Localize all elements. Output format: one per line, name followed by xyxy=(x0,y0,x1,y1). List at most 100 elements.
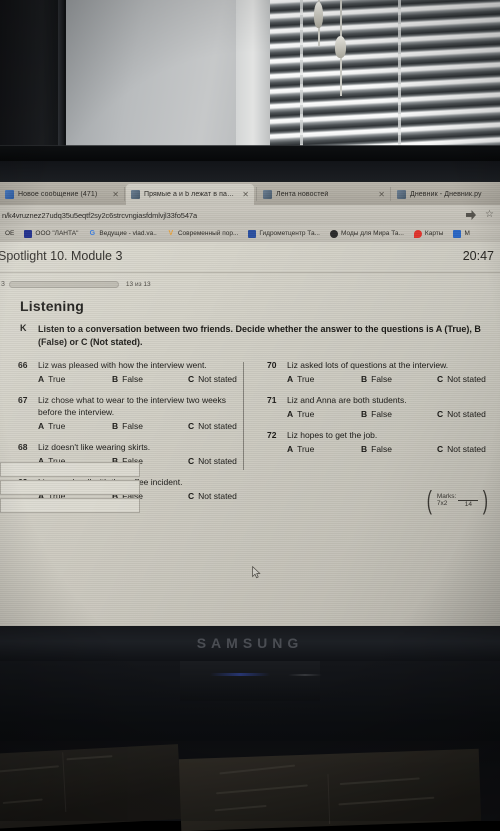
question-text: Liz doesn't like wearing skirts. xyxy=(38,441,151,452)
progress-bar xyxy=(8,280,119,288)
option-c[interactable]: C Not stated xyxy=(188,374,237,384)
answer-input[interactable] xyxy=(0,479,140,495)
answer-input[interactable] xyxy=(0,461,140,477)
bookmark-label: ОЕ xyxy=(5,230,15,237)
close-icon[interactable]: ✕ xyxy=(374,190,385,199)
option-a[interactable]: ATrue xyxy=(287,444,361,454)
close-icon[interactable]: ✕ xyxy=(108,190,119,199)
bookmark-item[interactable]: Гидрометцентр Та... xyxy=(243,229,325,238)
option-b[interactable]: BFalse xyxy=(112,374,188,384)
option-c[interactable]: C Not stated xyxy=(437,444,486,454)
bookmark-item[interactable]: ОЕ xyxy=(0,230,19,237)
question-item: 66 Liz was pleased with how the intervie… xyxy=(18,360,245,384)
question-text: Liz chose what to wear to the interview … xyxy=(38,394,227,417)
power-led xyxy=(210,673,270,676)
bookmark-favicon xyxy=(248,229,257,238)
option-a[interactable]: ATrue xyxy=(38,421,112,431)
option-c[interactable]: C Not stated xyxy=(188,421,237,431)
monitor-bezel-top xyxy=(0,161,500,183)
question-item: 71 Liz and Anna are both students. A True… xyxy=(267,395,494,419)
url-bar-icons: ☆ xyxy=(466,210,500,220)
progress-label: 13 из 13 xyxy=(125,280,151,288)
bookmark-label: ООО "ЛАНТА" xyxy=(35,230,79,237)
option-a[interactable]: ATrue xyxy=(38,374,112,384)
task-letter: K xyxy=(20,323,27,333)
url-input[interactable]: n/k4vruznez27udq35u5eqtf2sy2c6strcvngias… xyxy=(0,211,197,220)
bookmark-star-icon[interactable]: ☆ xyxy=(485,210,495,220)
web-page-content: Spotlight 10. Module 3 20:47 3 13 из 13 … xyxy=(0,242,500,626)
monitor-stand xyxy=(180,661,320,701)
notebook-left xyxy=(0,744,182,829)
option-b[interactable]: BFalse xyxy=(112,421,188,431)
google-icon: G xyxy=(89,229,96,237)
answer-options: ATrue BFalse CNot stated xyxy=(267,444,494,454)
cart-icon xyxy=(453,229,462,238)
answer-input[interactable] xyxy=(0,497,140,513)
answer-input-group xyxy=(0,461,500,516)
worksheet: Listening K Listen to a conversation bet… xyxy=(0,298,500,513)
option-b[interactable]: BFalse xyxy=(361,409,437,419)
option-c[interactable]: C Not stated xyxy=(437,409,486,419)
vk-icon xyxy=(397,190,406,199)
section-heading: Listening xyxy=(20,298,85,314)
question-number: 70 xyxy=(267,360,277,371)
question-text: Liz hopes to get the job. xyxy=(287,429,378,440)
column-divider xyxy=(243,362,244,471)
progress-row: 3 13 из 13 xyxy=(0,273,500,295)
page-title: Spotlight 10. Module 3 xyxy=(0,249,123,263)
bookmark-favicon: V xyxy=(168,229,174,237)
browser-url-bar[interactable]: n/k4vruznez27udq35u5eqtf2sy2c6strcvngias… xyxy=(0,205,500,225)
option-a[interactable]: ATrue xyxy=(287,409,361,419)
option-a[interactable]: ATrue xyxy=(287,374,361,384)
monitor-screen: Новое сообщение (471) ✕ Прямые a и b леж… xyxy=(0,182,500,626)
bookmark-label: Карты xyxy=(424,230,444,237)
bookmark-item[interactable]: V Современный пор... xyxy=(162,230,244,238)
answer-options: ATrue BFalse CNot stated xyxy=(18,374,245,384)
notebook-right xyxy=(178,748,482,831)
window-blinds xyxy=(270,0,500,150)
bookmark-item[interactable]: Карты xyxy=(409,229,449,238)
bookmark-label: Гидрометцентр Та... xyxy=(259,230,320,237)
option-c[interactable]: C Not stated xyxy=(437,374,486,384)
tab-title: Новое сообщение (471) xyxy=(18,191,98,198)
question-item: 70 Liz asked lots of questions at the in… xyxy=(267,360,494,384)
close-icon[interactable]: ✕ xyxy=(238,190,249,199)
bookmark-label: Современный пор... xyxy=(177,230,239,237)
clock: 20:47 xyxy=(462,249,494,263)
question-number: 68 xyxy=(18,441,28,452)
bookmark-item[interactable]: ООО "ЛАНТА" xyxy=(19,229,83,238)
bookmark-favicon xyxy=(329,229,338,238)
extension-icon[interactable] xyxy=(466,210,476,220)
option-b[interactable]: BFalse xyxy=(361,374,437,384)
answer-options: ATrue BFalse CNot stated xyxy=(267,374,494,384)
browser-bookmarks-bar: ОЕ ООО "ЛАНТА" G Ведущие - vlad.va.. V С… xyxy=(0,225,500,242)
browser-tab-0[interactable]: Новое сообщение (471) ✕ xyxy=(0,184,124,205)
question-item: 72 Liz hopes to get the job. A True B Fals… xyxy=(267,430,494,454)
answer-options: ATrue BFalse CNot stated xyxy=(267,409,494,419)
bookmark-item[interactable]: М xyxy=(448,229,474,238)
vk-icon xyxy=(263,190,272,199)
bookmark-item[interactable]: Моды для Мира Та... xyxy=(325,229,409,238)
browser-tab-2[interactable]: Лента новостей ✕ xyxy=(258,184,390,205)
browser-tab-1[interactable]: Прямые a и b лежат в паралле ✕ xyxy=(126,184,254,205)
monitor: Новое сообщение (471) ✕ Прямые a и b леж… xyxy=(0,161,500,661)
monitor-brand-logo: SAMSUNG xyxy=(196,635,304,651)
answer-options: ATrue BFalse CNot stated xyxy=(18,421,245,431)
bookmark-item[interactable]: G Ведущие - vlad.va.. xyxy=(83,230,161,238)
bookmark-favicon xyxy=(24,229,33,238)
blind-cord-bead xyxy=(335,36,346,58)
desk-area xyxy=(0,661,500,831)
blind-tape xyxy=(300,0,303,150)
option-b[interactable]: BFalse xyxy=(361,444,437,454)
bookmark-label: Моды для Мира Та... xyxy=(340,230,404,237)
question-item: 67 Liz chose what to wear to the intervi… xyxy=(18,395,245,431)
map-pin-icon xyxy=(413,229,422,238)
blind-cord-bead xyxy=(314,2,323,28)
browser-tab-3[interactable]: Дневник - Дневник.ру xyxy=(392,184,500,205)
task-text: Listen to a conversation between two fri… xyxy=(38,324,481,348)
page-header: Spotlight 10. Module 3 20:47 xyxy=(0,242,500,273)
wall-panel-light xyxy=(236,0,274,150)
tab-separator xyxy=(124,187,125,201)
tab-separator xyxy=(390,187,391,201)
tab-separator xyxy=(256,187,257,201)
